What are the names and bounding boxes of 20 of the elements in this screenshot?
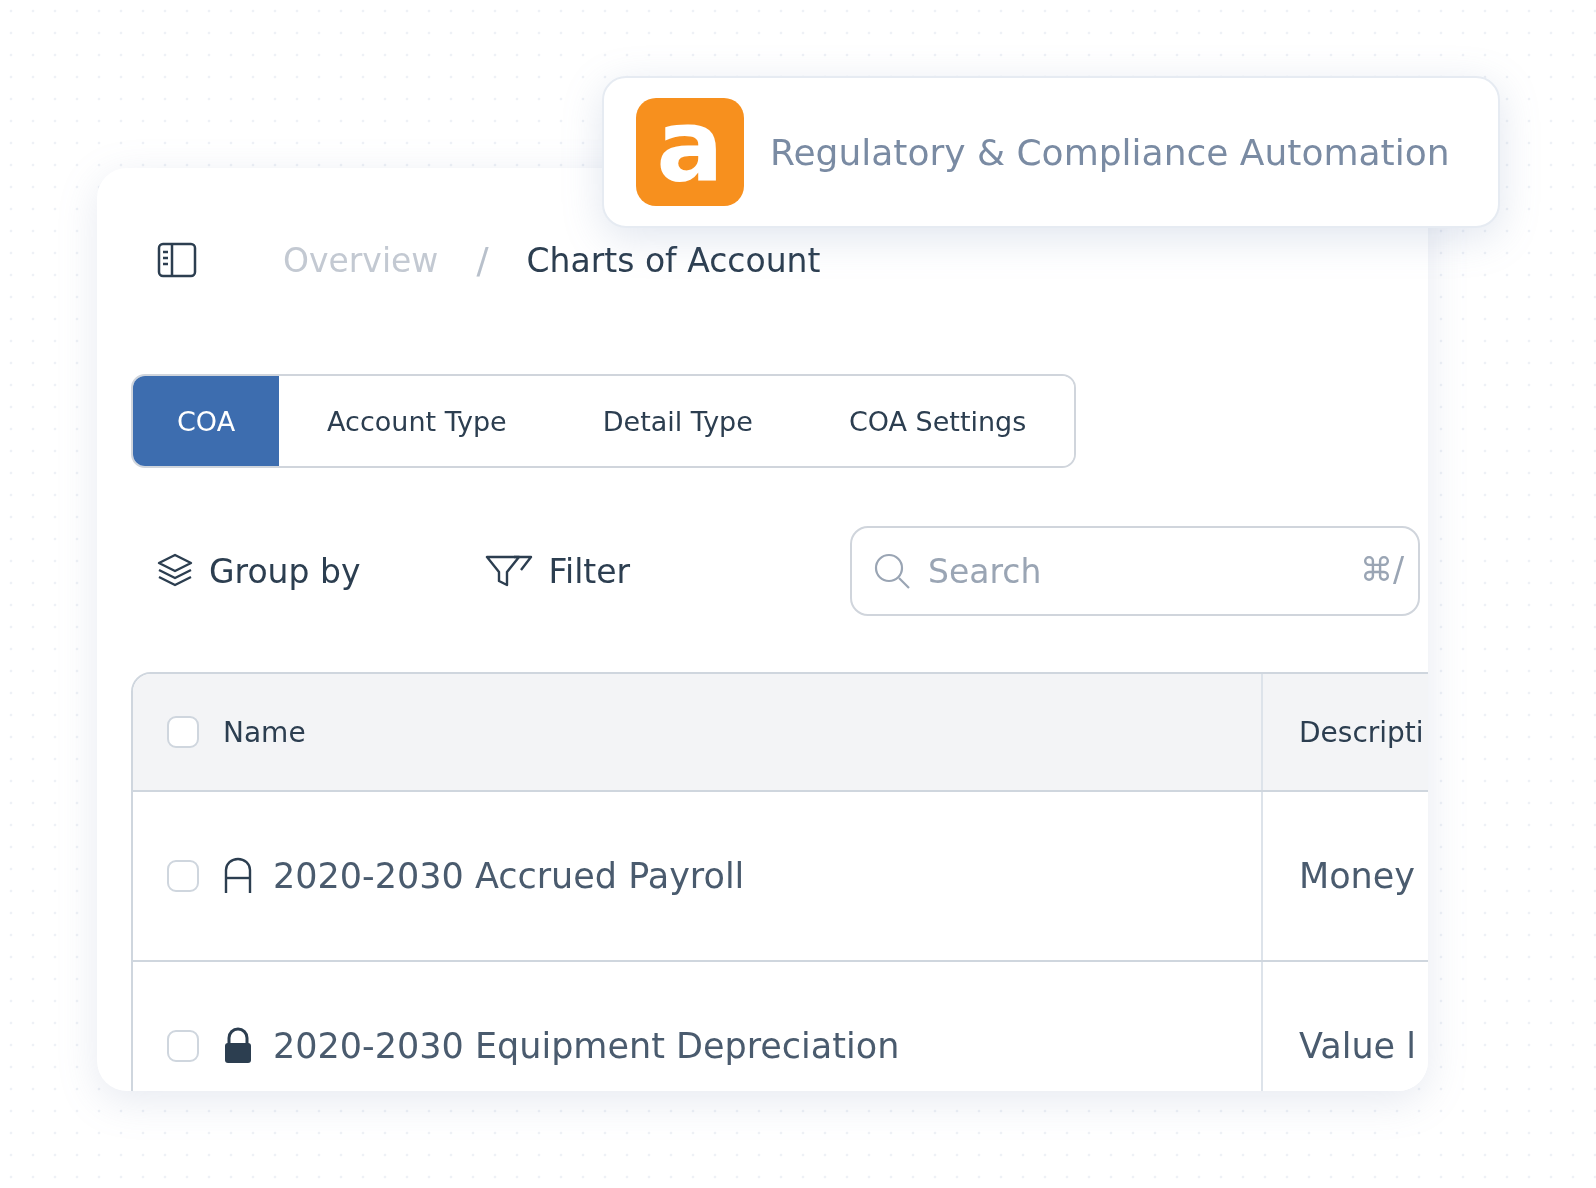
tab[interactable]: COA — [133, 376, 280, 466]
column-header: Name — [223, 715, 306, 749]
table-cell: 2020-2030 Equipment Depreciation — [273, 1026, 900, 1066]
breadcrumb-separator: / — [476, 239, 489, 281]
sidebar-toggle-icon[interactable] — [157, 242, 197, 278]
search-icon — [872, 551, 912, 591]
breadcrumb-item: Charts of Account — [526, 240, 821, 280]
keyboard-shortcut: ⌘/ — [1359, 550, 1404, 589]
group-by-button[interactable]: Group by — [131, 551, 361, 591]
table-cell: Money — [1299, 856, 1416, 896]
checkbox[interactable] — [167, 860, 199, 892]
checkbox[interactable] — [167, 716, 199, 748]
filter-icon — [484, 553, 535, 589]
table-cell: Value l — [1299, 1026, 1416, 1066]
checkbox[interactable] — [167, 1030, 199, 1062]
app-logo: a — [636, 98, 744, 206]
column-header: Descripti — [1299, 715, 1424, 749]
app-title: Regulatory & Compliance Automation — [770, 131, 1450, 173]
filter-button[interactable]: Filter — [460, 551, 631, 591]
table-cell: 2020-2030 Accrued Payroll — [273, 856, 745, 896]
